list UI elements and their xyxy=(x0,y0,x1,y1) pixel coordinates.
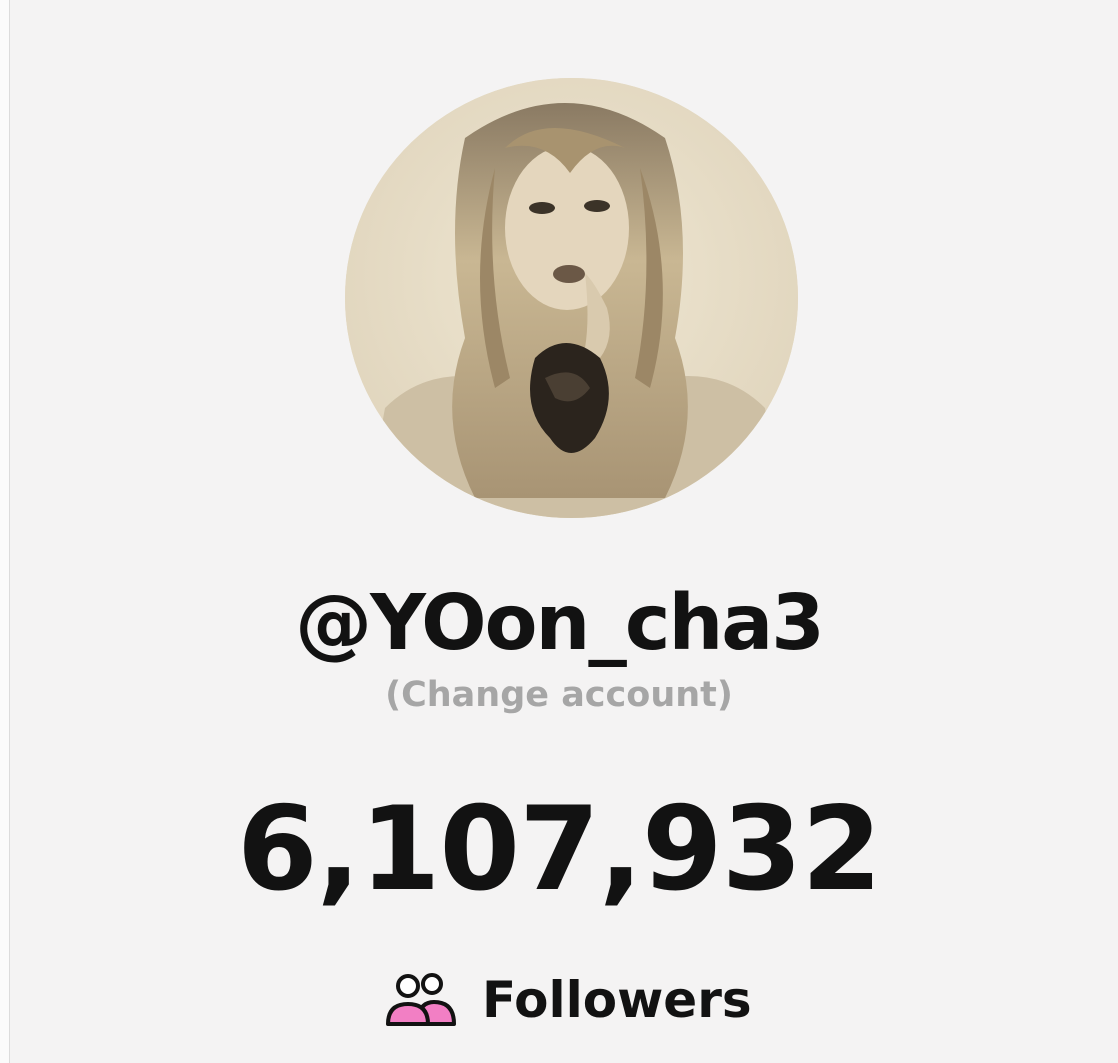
follower-count: 6,107,932 xyxy=(236,782,882,917)
change-account-link[interactable]: (Change account) xyxy=(0,672,1118,718)
followers-row: Followers xyxy=(384,967,752,1033)
account-handle: @YOon_cha3 xyxy=(295,579,825,668)
people-icon xyxy=(384,972,458,1028)
followers-label: Followers xyxy=(482,971,752,1029)
avatar-photo-icon xyxy=(345,78,798,518)
profile-avatar xyxy=(345,78,798,518)
